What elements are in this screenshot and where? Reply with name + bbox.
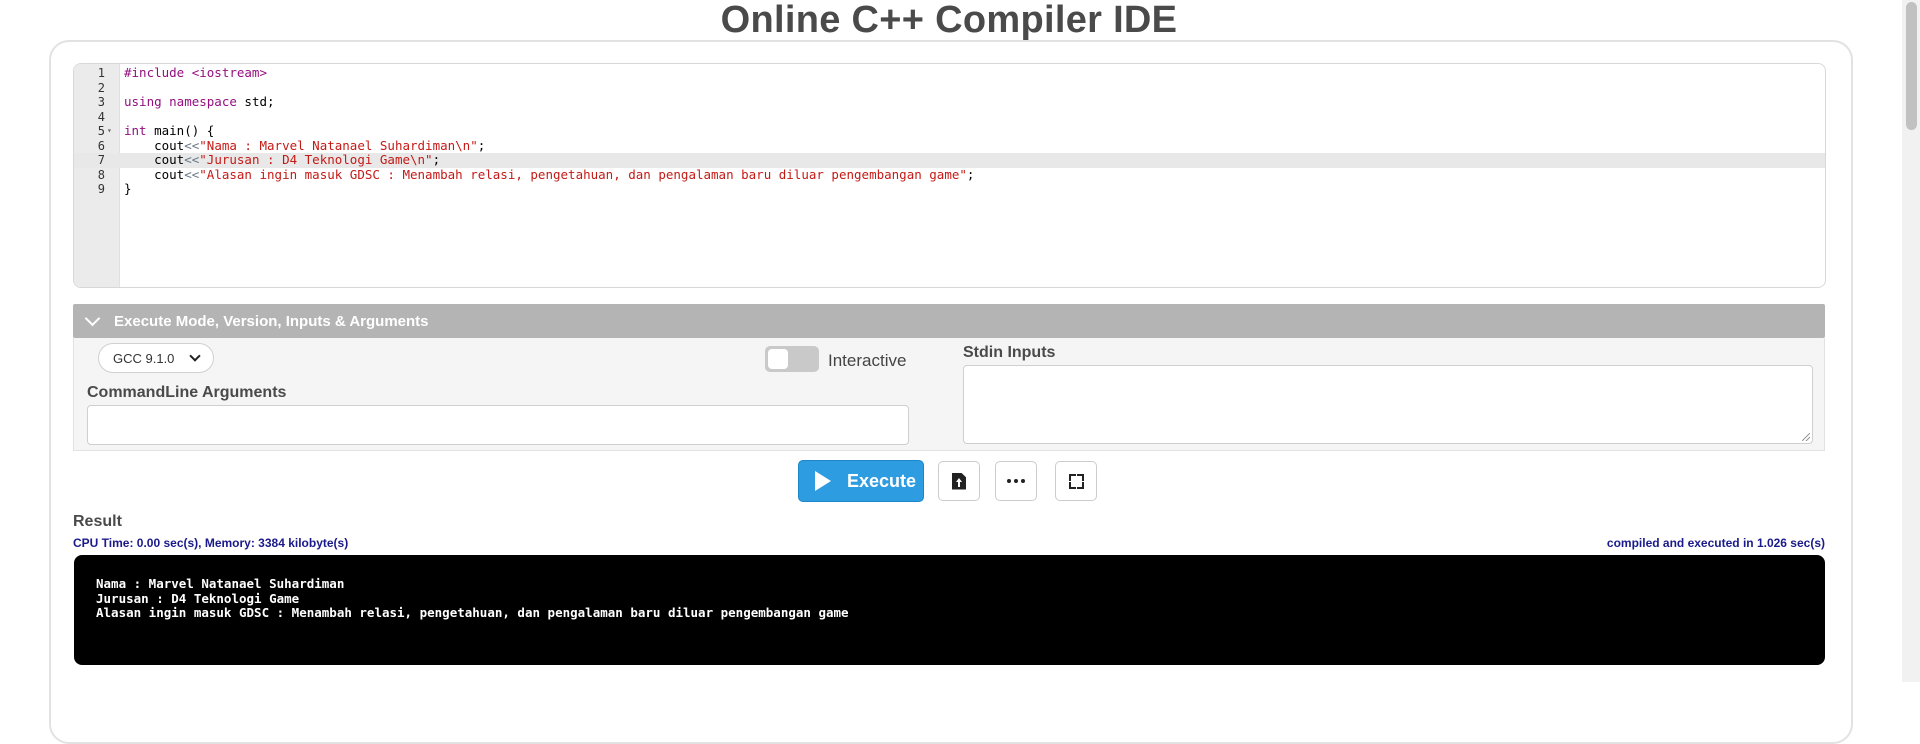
line-number: 2 xyxy=(97,80,105,95)
code-text: int main() { xyxy=(124,123,215,139)
code-token: cout xyxy=(124,152,185,167)
toggle-knob xyxy=(768,349,788,369)
cpu-memory-stats: CPU Time: 0.00 sec(s), Memory: 3384 kilo… xyxy=(73,536,349,550)
code-token: cout xyxy=(124,137,185,153)
code-text: } xyxy=(124,181,132,197)
code-token: "Jurusan : D4 Teknologi Game\n" xyxy=(199,152,433,167)
line-number: 6 xyxy=(97,138,105,153)
code-editor[interactable]: 1 #include <iostream> 2 3 using namespace st… xyxy=(73,63,1826,288)
code-token: main() { xyxy=(146,123,215,138)
fullscreen-button[interactable] xyxy=(1055,461,1097,501)
execute-button[interactable]: Execute xyxy=(798,460,924,502)
line-number: 4 xyxy=(97,109,105,124)
code-text: cout<<"Nama : Marvel Natanael Suhardiman… xyxy=(124,137,486,154)
code-token: int xyxy=(124,123,147,138)
play-icon xyxy=(815,471,831,491)
more-options-button[interactable] xyxy=(995,461,1037,501)
code-token: << xyxy=(184,166,200,182)
code-line[interactable]: 6 cout<<"Nama : Marvel Natanael Suhardim… xyxy=(74,137,1825,154)
line-number: 5 xyxy=(97,124,105,138)
execute-options-header[interactable]: Execute Mode, Version, Inputs & Argument… xyxy=(73,304,1825,338)
code-line[interactable]: 8 cout<<"Alasan ingin masuk GDSC : Menam… xyxy=(74,166,1825,183)
page-scrollbar[interactable] xyxy=(1902,0,1920,682)
compile-time-stats: compiled and executed in 1.026 sec(s) xyxy=(1606,536,1825,550)
output-line: Jurusan : D4 Teknologi Game xyxy=(96,590,300,606)
code-token: } xyxy=(124,181,132,196)
stdin-inputs-textarea[interactable] xyxy=(963,365,1813,444)
line-number: 7 xyxy=(97,153,105,167)
output-line: Alasan ingin masuk GDSC : Menambah relas… xyxy=(96,605,849,620)
output-line: Nama : Marvel Natanael Suhardiman xyxy=(96,576,345,591)
line-number: 1 xyxy=(97,66,105,80)
code-token: ; xyxy=(477,137,486,153)
interactive-label: Interactive xyxy=(828,351,907,370)
code-line[interactable]: 3 using namespace std; xyxy=(74,94,1825,110)
code-token: ; xyxy=(966,166,975,182)
code-line[interactable]: 2 xyxy=(74,81,1825,96)
code-token: cout xyxy=(124,166,185,182)
compiler-version-select[interactable]: GCC 9.1.0 xyxy=(98,343,214,373)
code-text: cout<<"Alasan ingin masuk GDSC : Menamba… xyxy=(124,166,975,183)
cmdline-args-label: CommandLine Arguments xyxy=(87,384,287,401)
code-token: ; xyxy=(432,152,441,167)
fold-arrow-icon[interactable]: ▾ xyxy=(107,124,112,139)
code-token: << xyxy=(184,152,200,167)
execute-button-label: Execute xyxy=(847,470,917,491)
resize-grip-icon[interactable] xyxy=(1802,433,1810,441)
page-title: Online C++ Compiler IDE xyxy=(720,0,1178,41)
line-number: 9 xyxy=(97,182,105,196)
interactive-toggle[interactable] xyxy=(765,346,819,372)
code-token: << xyxy=(184,137,200,153)
code-token: std; xyxy=(236,94,275,109)
code-text: using namespace std; xyxy=(124,94,275,110)
code-token: using namespace xyxy=(124,94,237,109)
line-number: 8 xyxy=(97,167,105,182)
chevron-down-icon xyxy=(189,350,201,362)
code-text: #include <iostream> xyxy=(124,65,267,81)
code-text: cout<<"Jurusan : D4 Teknologi Game\n"; xyxy=(124,152,441,168)
code-line[interactable]: 5 ▾ int main() { xyxy=(74,123,1825,139)
code-lines[interactable]: 1 #include <iostream> 2 3 using namespace st… xyxy=(74,65,1825,197)
stdin-inputs-label: Stdin Inputs xyxy=(963,344,1056,361)
code-line[interactable]: 4 xyxy=(74,110,1825,125)
upload-file-icon xyxy=(952,472,966,490)
upload-file-button[interactable] xyxy=(938,461,980,501)
code-token: "Alasan ingin masuk GDSC : Menambah rela… xyxy=(199,166,967,182)
execute-options-title: Execute Mode, Version, Inputs & Argument… xyxy=(114,312,429,330)
more-options-icon xyxy=(1007,479,1025,483)
output-console: Nama : Marvel Natanael Suhardiman Jurusan… xyxy=(74,555,1825,665)
code-line[interactable]: 9} xyxy=(74,181,1825,197)
code-line[interactable]: 1 #include <iostream> xyxy=(74,65,1825,81)
chevron-down-icon xyxy=(84,310,101,327)
scrollbar-thumb[interactable] xyxy=(1906,2,1917,130)
result-label: Result xyxy=(73,513,122,530)
cmdline-args-input[interactable] xyxy=(87,405,909,445)
code-line[interactable]: 7 cout<<"Jurusan : D4 Teknologi Game\n"; xyxy=(74,152,1825,168)
output-lines: Nama : Marvel Natanael Suhardiman Jurusan… xyxy=(96,576,849,621)
code-token: #include <iostream> xyxy=(124,65,267,80)
line-number: 3 xyxy=(97,95,105,109)
compiler-version-value: GCC 9.1.0 xyxy=(113,350,175,366)
code-token: "Nama : Marvel Natanael Suhardiman\n" xyxy=(199,137,478,153)
fullscreen-icon xyxy=(1068,473,1084,489)
